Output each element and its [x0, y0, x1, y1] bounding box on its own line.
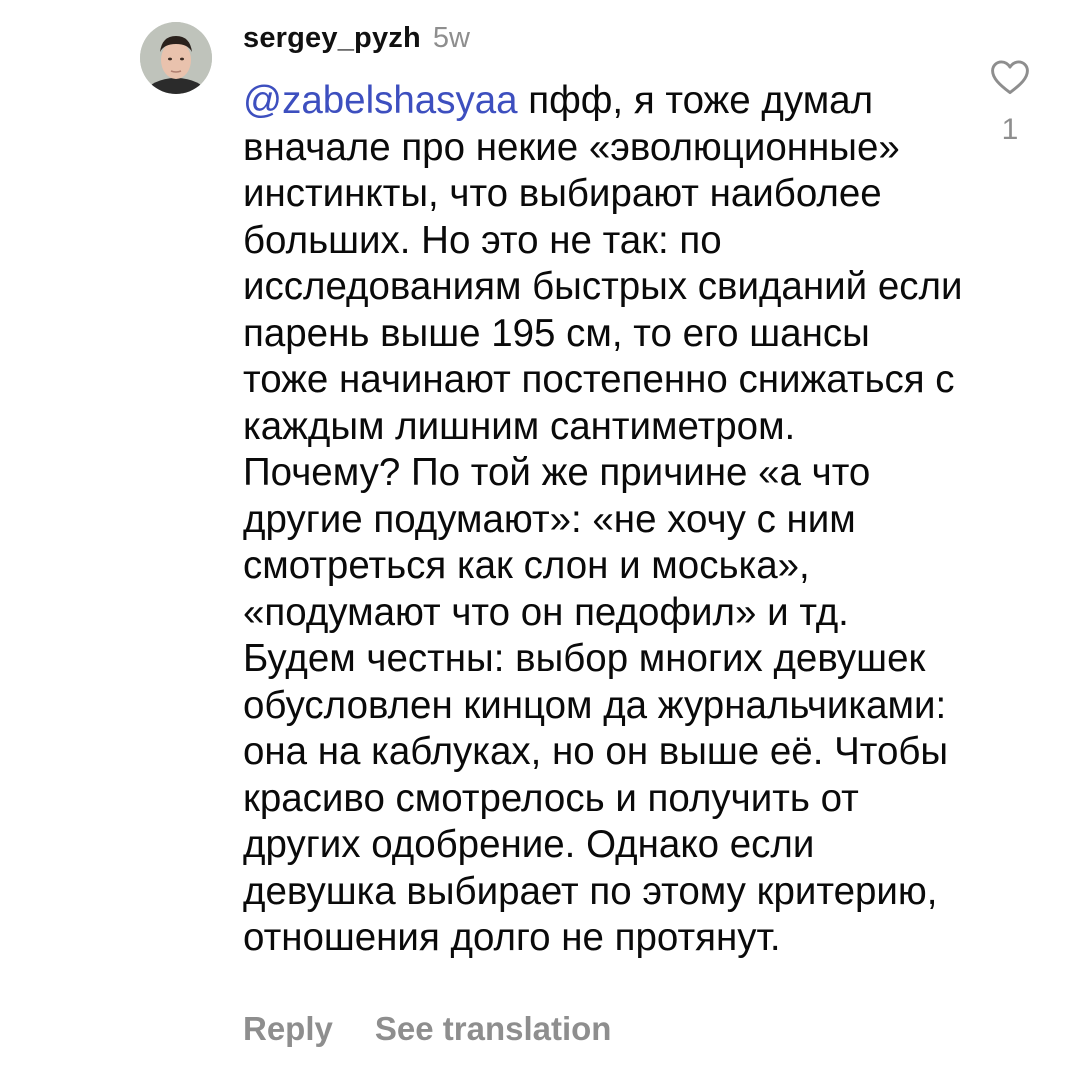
comment-text: @zabelshasyaa пфф, я тоже думал вначале …: [243, 78, 963, 962]
comment: sergey_pyzh 5w @zabelshasyaa пфф, я тоже…: [0, 0, 1080, 1088]
comment-actions: Reply See translation: [243, 1010, 611, 1048]
comment-header: sergey_pyzh 5w: [243, 22, 470, 62]
see-translation-button[interactable]: See translation: [375, 1010, 612, 1048]
heart-outline-icon[interactable]: [988, 55, 1032, 99]
mention-link[interactable]: @zabelshasyaa: [243, 79, 518, 122]
timestamp: 5w: [432, 22, 470, 54]
like-area: 1: [980, 55, 1040, 147]
reply-button[interactable]: Reply: [243, 1010, 333, 1048]
comment-body: пфф, я тоже думал вначале про некие «эво…: [243, 79, 963, 959]
username[interactable]: sergey_pyzh: [243, 22, 421, 55]
avatar-image: [140, 22, 212, 94]
like-count: 1: [1001, 113, 1019, 146]
avatar[interactable]: [140, 22, 212, 94]
